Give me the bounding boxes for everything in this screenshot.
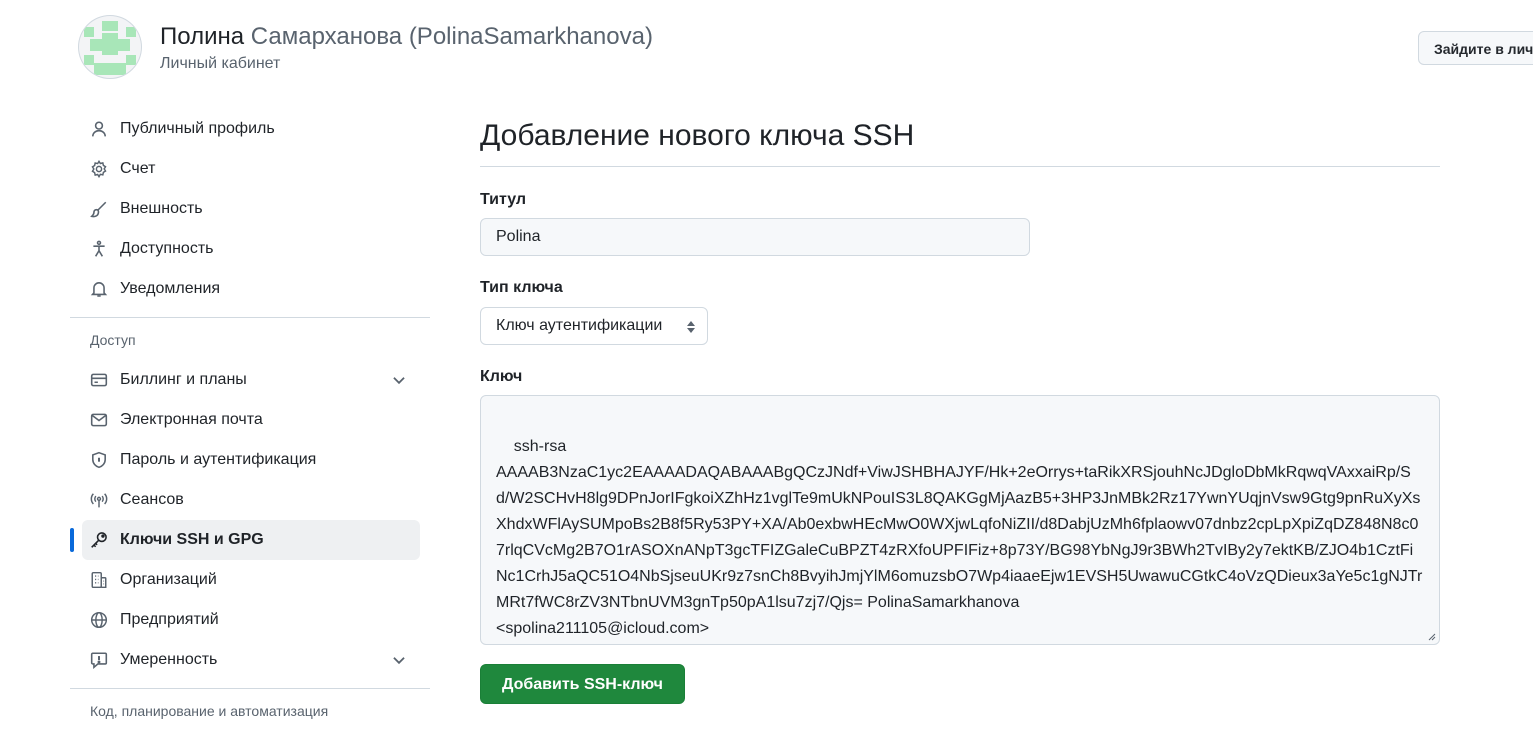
sidebar-item-security[interactable]: Пароль и аутентификация xyxy=(82,440,420,480)
key-textarea-value: ssh-rsa AAAAB3NzaC1yc2EAAAADAQABAAABgQCz… xyxy=(496,438,1423,637)
account-subtitle: Личный кабинет xyxy=(160,55,281,72)
sidebar-item-billing[interactable]: Биллинг и планы xyxy=(82,360,420,400)
sidebar-item-ssh-gpg-keys[interactable]: Ключи SSH и GPG xyxy=(70,520,420,560)
resize-handle-icon[interactable] xyxy=(1426,631,1436,641)
sidebar-item-enterprises[interactable]: Предприятий xyxy=(82,600,420,640)
sidebar-item-public-profile[interactable]: Публичный профиль xyxy=(82,109,420,149)
sidebar-item-label: Доступность xyxy=(120,240,214,257)
avatar[interactable] xyxy=(79,16,141,78)
sidebar-item-appearance[interactable]: Внешность xyxy=(82,189,420,229)
active-indicator xyxy=(70,528,74,552)
sidebar-item-emails[interactable]: Электронная почта xyxy=(82,400,420,440)
sidebar-item-sessions[interactable]: Сеансов xyxy=(82,480,420,520)
sidebar-item-label: Счет xyxy=(120,160,156,177)
user-title: Полина Самарханова (PolinaSamarkhanova) xyxy=(160,22,653,52)
person-icon xyxy=(88,118,110,140)
shield-icon xyxy=(88,449,110,471)
credit-card-icon xyxy=(88,369,110,391)
sidebar-item-label: Электронная почта xyxy=(120,411,263,428)
organization-icon xyxy=(88,569,110,591)
sidebar-group-access: Доступ xyxy=(90,332,136,348)
paintbrush-icon xyxy=(88,198,110,220)
add-ssh-key-button[interactable]: Добавить SSH-ключ xyxy=(480,664,685,704)
key-label: Ключ xyxy=(480,368,523,385)
sidebar-item-label: Публичный профиль xyxy=(120,120,275,137)
key-title-input[interactable] xyxy=(480,218,1030,256)
select-caret-icon xyxy=(687,321,695,333)
user-header: Полина Самарханова (PolinaSamarkhanova) … xyxy=(160,22,653,74)
globe-icon xyxy=(88,609,110,631)
sidebar-item-label: Пароль и аутентификация xyxy=(120,451,317,468)
user-display-name[interactable]: Полина xyxy=(160,23,244,50)
mail-icon xyxy=(88,409,110,431)
sidebar-item-label: Биллинг и планы xyxy=(120,371,247,388)
report-icon xyxy=(88,649,110,671)
title-divider xyxy=(480,166,1440,167)
sidebar-item-account[interactable]: Счет xyxy=(82,149,420,189)
sidebar-item-label: Уведомления xyxy=(120,280,221,297)
user-full-name[interactable]: Самарханова (PolinaSamarkhanova) xyxy=(251,23,653,50)
sidebar-item-moderation[interactable]: Умеренность xyxy=(82,640,420,680)
sidebar-item-label: Сеансов xyxy=(120,491,184,508)
gear-icon xyxy=(88,158,110,180)
page-title: Добавление нового ключа SSH xyxy=(480,119,915,152)
title-label: Титул xyxy=(480,191,527,208)
sidebar-group-code-planning: Код, планирование и автоматизация xyxy=(90,703,329,719)
go-to-profile-button[interactable]: Зайдите в лич xyxy=(1418,31,1533,65)
accessibility-icon xyxy=(88,238,110,260)
chevron-down-icon[interactable] xyxy=(390,651,408,669)
sidebar-item-label: Умеренность xyxy=(120,651,218,668)
chevron-down-icon[interactable] xyxy=(390,371,408,389)
key-type-select[interactable]: Ключ аутентификации xyxy=(480,307,708,345)
sidebar-item-notifications[interactable]: Уведомления xyxy=(82,269,420,309)
key-textarea[interactable]: ssh-rsa AAAAB3NzaC1yc2EAAAADAQABAAABgQCz… xyxy=(480,395,1440,645)
sidebar-item-label: Организаций xyxy=(120,571,217,588)
sidebar-item-label: Ключи SSH и GPG xyxy=(120,531,264,548)
bell-icon xyxy=(88,278,110,300)
broadcast-icon xyxy=(88,489,110,511)
key-type-selected: Ключ аутентификации xyxy=(496,317,663,334)
key-icon xyxy=(88,529,110,551)
sidebar-item-organizations[interactable]: Организаций xyxy=(82,560,420,600)
settings-sidebar: Публичный профиль Счет Внешность Доступн… xyxy=(70,109,430,731)
key-type-label: Тип ключа xyxy=(480,279,563,296)
sidebar-item-label: Предприятий xyxy=(120,611,219,628)
sidebar-item-accessibility[interactable]: Доступность xyxy=(82,229,420,269)
sidebar-item-label: Внешность xyxy=(120,200,203,217)
main-content: Добавление нового ключа SSH Титул Тип кл… xyxy=(480,110,1440,704)
